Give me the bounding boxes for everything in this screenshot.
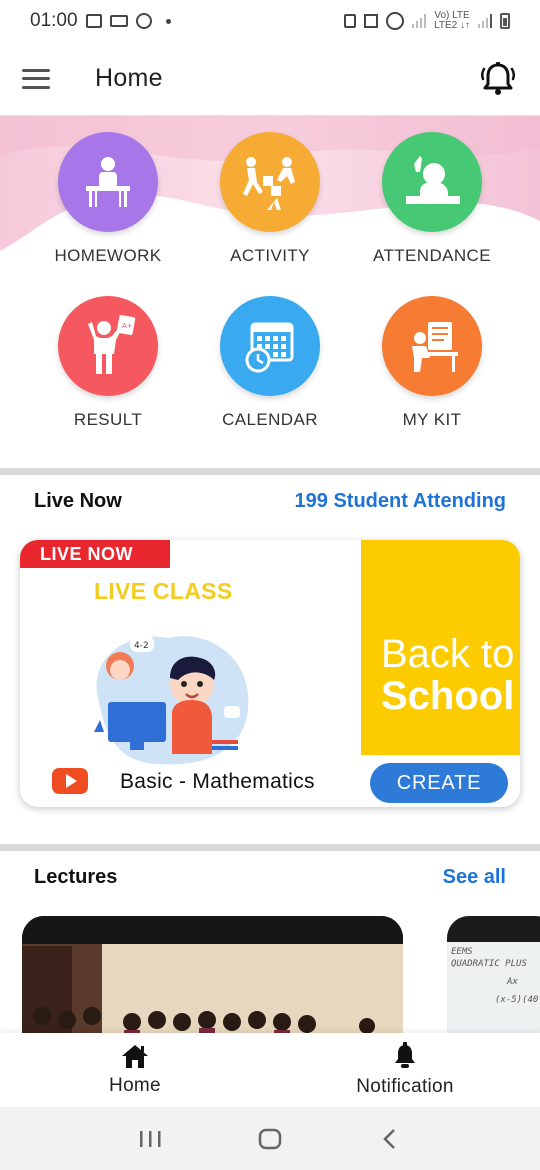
homework-tile[interactable]: HOMEWORK	[27, 132, 189, 266]
banner-line-1: Back to	[381, 632, 515, 676]
live-now-header: Live Now 199 Student Attending	[34, 490, 506, 513]
hamburger-menu-icon[interactable]	[22, 68, 50, 89]
recent-apps-icon	[140, 1130, 161, 1147]
live-class-title: LIVE CLASS	[94, 578, 233, 604]
hotspot-icon	[386, 12, 405, 30]
signal-2-icon	[478, 14, 492, 28]
nav-notification[interactable]: Notification	[270, 1033, 540, 1107]
homework-label: HOMEWORK	[54, 246, 162, 265]
section-divider	[0, 468, 540, 475]
svg-text:A+: A+	[122, 322, 133, 330]
home-button[interactable]	[255, 1124, 285, 1154]
feature-grid: HOMEWORK ACTIVITY ATTENDANCE A+ RESULT C…	[0, 116, 540, 468]
live-class-card[interactable]: LIVE NOW LIVE CLASS 4-2 Back to School B…	[20, 540, 520, 807]
mute-icon	[364, 14, 379, 28]
whiteboard-line: (x-5)(40	[495, 995, 539, 1005]
lectures-header: Lectures See all	[34, 866, 506, 889]
bell-icon[interactable]	[478, 59, 518, 99]
homework-icon	[58, 132, 158, 232]
youtube-icon	[52, 768, 88, 794]
network-label: Vo) LTE LTE2 ↓↑	[434, 11, 470, 31]
back-to-school-banner: Back to School	[361, 540, 520, 755]
home-circle-icon	[258, 1128, 282, 1149]
status-time: 01:00	[30, 10, 78, 31]
students-attending-link[interactable]: 199 Student Attending	[295, 490, 506, 513]
lecture-card[interactable]	[22, 916, 403, 1036]
back-chevron-icon	[383, 1128, 395, 1149]
calendar-tile[interactable]: CALENDAR	[189, 296, 351, 430]
attendance-tile[interactable]: ATTENDANCE	[351, 132, 513, 266]
activity-icon	[220, 132, 320, 232]
nav-home-label: Home	[109, 1075, 161, 1096]
attendance-label: ATTENDANCE	[373, 246, 491, 265]
my-kit-icon	[382, 296, 482, 396]
recent-apps-button[interactable]	[135, 1124, 165, 1154]
alarm-icon	[344, 14, 357, 28]
live-now-title: Live Now	[34, 490, 122, 512]
network-label-2: LTE2 ↓↑	[434, 20, 470, 31]
laptop-icon	[109, 15, 128, 27]
page-title: Home	[95, 64, 163, 92]
calendar-icon	[220, 296, 320, 396]
calendar-label: CALENDAR	[222, 410, 318, 429]
banner-line-2: School	[381, 674, 515, 718]
bottom-navigation: Home Notification	[0, 1033, 540, 1107]
see-all-link[interactable]: See all	[443, 866, 506, 889]
live-class-illustration: 4-2	[94, 636, 249, 765]
home-icon	[122, 1045, 148, 1068]
attendance-icon	[382, 132, 482, 232]
nav-notification-label: Notification	[356, 1076, 454, 1097]
whiteboard-line: EEMS	[451, 947, 473, 957]
live-now-badge: LIVE NOW	[20, 540, 170, 568]
system-navigation-bar	[0, 1107, 540, 1170]
gallery-icon	[85, 14, 102, 28]
signal-icon	[412, 14, 427, 28]
whatsapp-icon	[135, 13, 152, 29]
class-subject: Basic - Mathematics	[120, 770, 315, 793]
app-bar: Home	[0, 42, 540, 116]
my-kit-tile[interactable]: MY KIT	[351, 296, 513, 430]
battery-icon	[500, 13, 510, 29]
result-icon: A+	[58, 296, 158, 396]
result-label: RESULT	[73, 410, 143, 429]
svg-text:4-2: 4-2	[134, 641, 149, 651]
nav-home[interactable]: Home	[0, 1033, 270, 1107]
whiteboard-text: EEMS QUADRATIC PLUS Ax (x-5)(40	[451, 946, 538, 1006]
back-button[interactable]	[375, 1124, 405, 1154]
lecture-card[interactable]: EEMS QUADRATIC PLUS Ax (x-5)(40	[447, 916, 540, 1036]
lecture-thumbnail	[22, 916, 403, 1036]
bell-icon	[395, 1042, 415, 1068]
section-divider	[0, 844, 540, 851]
activity-label: ACTIVITY	[230, 246, 310, 265]
result-tile[interactable]: A+ RESULT	[27, 296, 189, 430]
more-notifications-icon	[165, 18, 171, 24]
create-button[interactable]: CREATE	[370, 763, 508, 803]
activity-tile[interactable]: ACTIVITY	[189, 132, 351, 266]
whiteboard-line: QUADRATIC PLUS	[451, 959, 527, 969]
whiteboard-line: Ax	[507, 977, 518, 987]
my-kit-label: MY KIT	[402, 410, 462, 429]
lectures-title: Lectures	[34, 866, 118, 888]
status-bar: 01:00 Vo) LTE LTE2 ↓↑	[0, 0, 540, 42]
